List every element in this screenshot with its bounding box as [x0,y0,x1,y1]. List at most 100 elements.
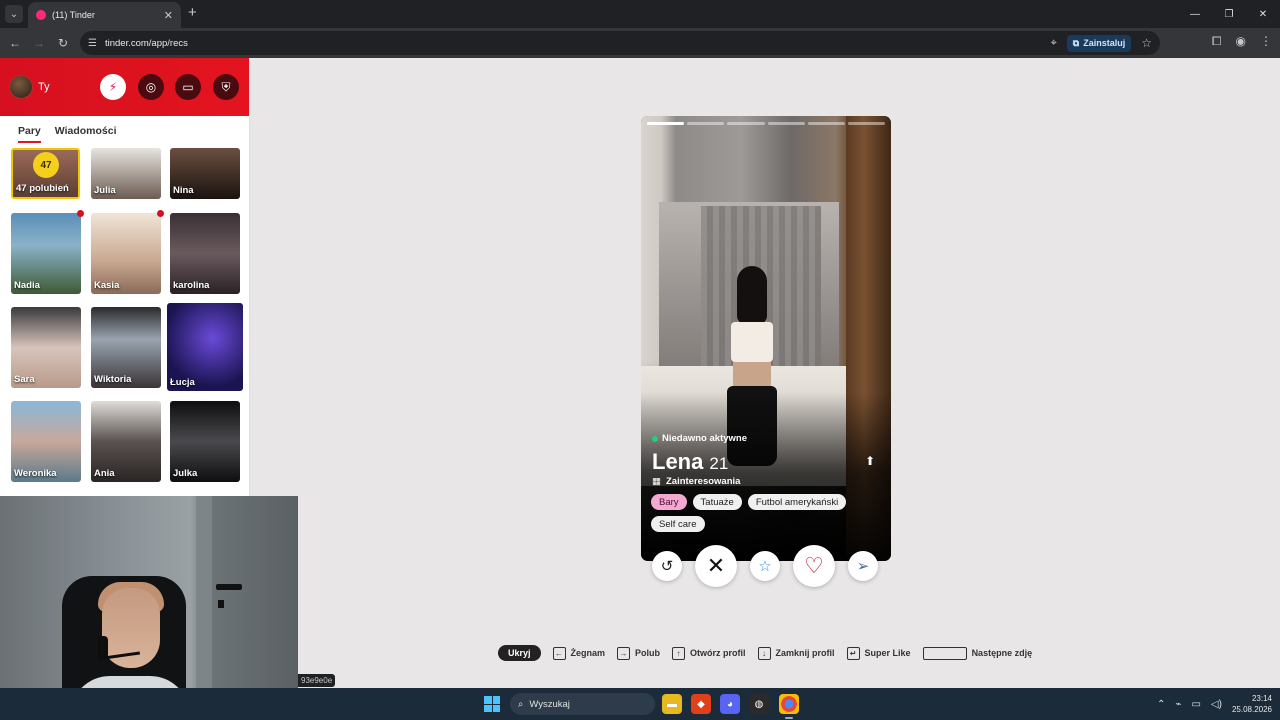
new-match-dot [157,210,164,217]
tab-title: (11) Tinder [52,10,95,20]
match-card[interactable]: Wiktoria [91,307,161,388]
address-bar[interactable]: ☰ tinder.com/app/recs ⌖ ⧉ Zainstaluj ☆ [80,31,1160,55]
new-tab-button[interactable]: + [188,5,197,21]
activity-status-text: Niedawno aktywne [662,433,747,444]
match-card[interactable]: Sara [11,307,81,388]
restore-button[interactable]: ❐ [1212,0,1246,28]
status-bar-url: 93e9e0e [298,674,336,687]
match-name: Łucja [170,377,195,388]
hint-super-like: ↵ Super Like [846,646,911,660]
photo-indicator[interactable] [807,122,845,125]
my-profile-label[interactable]: Ty [38,81,50,93]
match-card[interactable]: Kasia [91,213,161,294]
tab-messages[interactable]: Wiadomości [55,116,117,146]
volume-icon[interactable]: ◁) [1211,699,1222,710]
boost-button[interactable]: ⚡ [100,74,126,100]
discord-icon[interactable]: ◕ [720,694,740,714]
interest-chip: Self care [651,516,705,532]
tray-chevron-icon[interactable]: ⌃ [1157,699,1165,710]
super-like-button[interactable]: ☆ [750,551,780,581]
browser-tab[interactable]: (11) Tinder ✕ [28,2,181,28]
windows-taskbar: ⌕ Wyszukaj ▬ ◆ ◕ ◍ ⌃ ⌁ ▭ ◁) 23:14 25.08.… [0,688,1280,720]
minimize-button[interactable]: — [1178,0,1212,28]
hide-hints-button[interactable]: Ukryj [498,645,541,661]
match-card[interactable]: Nadia [11,213,81,294]
windows-start-icon[interactable] [484,696,500,712]
forward-button[interactable]: → [30,34,48,52]
hint-open-label: Otwórz profil [690,648,746,658]
photo-indicator[interactable] [727,122,765,125]
likes-count-badge: 47 [33,152,59,178]
clock-date: 25.08.2026 [1231,705,1272,714]
hint-close-label: Zamknij profil [775,648,835,658]
clock[interactable]: 23:14 25.08.2026 [1232,693,1272,715]
likes-card[interactable]: 47 47 polubień [11,148,80,199]
match-card-hovered[interactable]: Łucja [167,303,243,391]
open-profile-arrow-icon[interactable]: ⬆ [862,453,878,469]
x-icon: ✕ [706,553,726,578]
match-card[interactable]: karolina [170,213,240,294]
photo-indicator[interactable] [847,122,886,125]
profile-icon[interactable]: ◉ [1236,34,1246,49]
match-card[interactable]: Julka [170,401,240,482]
my-avatar[interactable] [9,75,33,99]
match-name: Ania [94,468,115,479]
back-button[interactable]: ← [6,34,24,52]
sidebar-header: Ty ⚡ ◎ ▭ ⛨ [0,58,249,116]
site-info-icon[interactable]: ☰ [88,38,97,49]
browser-tabstrip: ⌄ (11) Tinder ✕ + — ❐ ✕ [0,0,1280,28]
safety-button[interactable]: ⛨ [213,74,239,100]
send-message-button[interactable]: ➢ [848,551,878,581]
likes-label: 47 polubień [16,183,69,194]
heart-icon: ♡ [804,553,824,578]
photo-indicator[interactable] [767,122,805,125]
obs-icon[interactable]: ◍ [749,694,769,714]
explore-button[interactable]: ◎ [138,74,164,100]
close-window-button[interactable]: ✕ [1246,0,1280,28]
hint-superlike-label: Super Like [864,648,911,658]
tab-search-button[interactable]: ⌄ [5,5,23,23]
tab-close-icon[interactable]: ✕ [164,9,173,22]
hint-next-photo: Następne zdję [922,646,1042,660]
reload-button[interactable]: ↻ [54,34,72,52]
match-name: Wiktoria [94,374,132,385]
profile-card[interactable]: Niedawno aktywne Lena 21 ⬆ ▦ Zainteresow… [641,116,891,561]
menu-kebab-icon[interactable]: ⋮ [1260,34,1272,49]
up-arrow-key-icon: ↑ [672,646,686,660]
interest-chip: Tatuaże [692,494,742,510]
match-card[interactable]: Ania [91,401,161,482]
tab-matches[interactable]: Pary [18,116,41,146]
hint-nope-label: Żegnam [570,648,606,658]
like-button[interactable]: ♡ [793,545,835,587]
brave-browser-icon[interactable]: ◆ [691,694,711,714]
space-key-icon [922,646,967,660]
match-card[interactable]: Julia [91,148,161,199]
action-buttons: ↺ ✕ ☆ ♡ ➢ [651,545,886,587]
bookmark-star-icon[interactable]: ☆ [1141,36,1152,50]
interest-chip: Bary [651,494,687,510]
install-app-button[interactable]: ⧉ Zainstaluj [1066,34,1132,52]
down-arrow-key-icon: ↓ [757,646,771,660]
work-mode-button[interactable]: ▭ [175,74,201,100]
photo-indicator[interactable] [647,122,685,125]
interests-label: Zainteresowania [665,476,741,487]
network-icon[interactable]: ⌁ [1175,699,1181,710]
display-icon[interactable]: ▭ [1191,699,1200,710]
interests-heading: ▦ Zainteresowania [652,476,740,487]
match-card[interactable]: Weronika [11,401,81,482]
right-arrow-key-icon: → [617,646,631,660]
url-text[interactable]: tinder.com/app/recs [105,38,1051,49]
nope-button[interactable]: ✕ [695,545,737,587]
photo-indicator[interactable] [687,122,725,125]
match-card[interactable]: Nina [170,148,240,199]
interests-grid-icon: ▦ [652,476,661,487]
rewind-button[interactable]: ↺ [652,551,682,581]
lightning-icon: ⚡ [108,80,118,94]
file-explorer-icon[interactable]: ▬ [662,694,682,714]
match-name: karolina [173,280,210,291]
chrome-icon[interactable] [779,694,799,719]
taskbar-search[interactable]: ⌕ Wyszukaj [510,693,655,715]
rewind-icon: ↺ [660,558,674,575]
location-icon[interactable]: ⌖ [1051,37,1057,50]
extensions-icon[interactable]: ⧠ [1212,34,1222,49]
